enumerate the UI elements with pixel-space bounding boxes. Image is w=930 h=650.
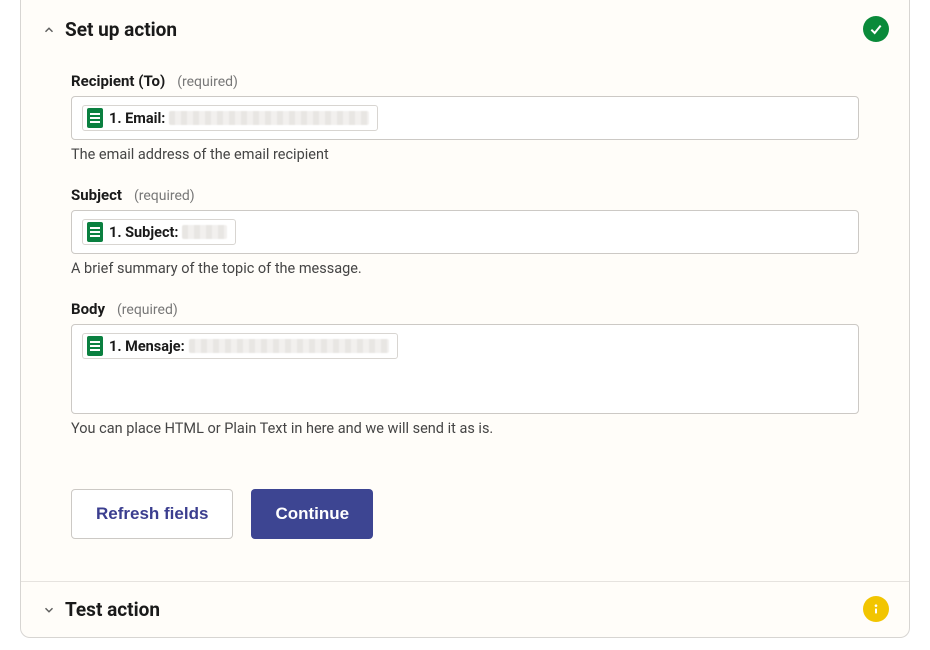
action-panel: Set up action Recipient (To) (required) …	[20, 0, 910, 638]
body-pill-label: 1. Mensaje:	[109, 338, 185, 355]
sheets-icon	[87, 108, 103, 128]
test-action-title: Test action	[65, 598, 160, 621]
status-success-icon	[863, 16, 889, 42]
redacted-value	[189, 339, 389, 353]
recipient-pill[interactable]: 1. Email:	[82, 105, 378, 131]
body-pill[interactable]: 1. Mensaje:	[82, 333, 398, 359]
body-input[interactable]: 1. Mensaje:	[71, 324, 859, 414]
recipient-pill-label: 1. Email:	[109, 110, 165, 127]
recipient-help: The email address of the email recipient	[71, 146, 859, 163]
status-warning-icon	[863, 596, 889, 622]
continue-button[interactable]: Continue	[251, 489, 373, 539]
form-area: Recipient (To) (required) 1. Email: The …	[41, 41, 889, 469]
setup-action-section: Set up action Recipient (To) (required) …	[21, 0, 909, 581]
field-recipient: Recipient (To) (required) 1. Email: The …	[71, 71, 859, 163]
sheets-icon	[87, 222, 103, 242]
field-recipient-label: Recipient (To)	[71, 72, 165, 90]
field-subject-label: Subject	[71, 186, 122, 204]
button-row: Refresh fields Continue	[41, 469, 889, 569]
test-action-section: Test action	[21, 581, 909, 637]
sheets-icon	[87, 336, 103, 356]
setup-action-header[interactable]: Set up action	[41, 18, 889, 41]
required-tag: (required)	[117, 302, 178, 318]
field-body: Body (required) 1. Mensaje: You can plac…	[71, 299, 859, 437]
field-body-label: Body	[71, 300, 105, 318]
recipient-input[interactable]: 1. Email:	[71, 96, 859, 140]
redacted-value	[182, 225, 227, 239]
field-body-label-row: Body (required)	[71, 299, 859, 318]
subject-help: A brief summary of the topic of the mess…	[71, 260, 859, 277]
field-subject-label-row: Subject (required)	[71, 185, 859, 204]
required-tag: (required)	[177, 74, 238, 90]
setup-action-title: Set up action	[65, 18, 177, 41]
field-subject: Subject (required) 1. Subject: A brief s…	[71, 185, 859, 277]
chevron-down-icon	[41, 602, 57, 618]
chevron-up-icon	[41, 22, 57, 38]
required-tag: (required)	[134, 188, 195, 204]
refresh-fields-button[interactable]: Refresh fields	[71, 489, 233, 539]
subject-pill[interactable]: 1. Subject:	[82, 219, 236, 245]
subject-pill-label: 1. Subject:	[109, 224, 178, 241]
redacted-value	[169, 111, 369, 125]
test-action-header[interactable]: Test action	[41, 598, 889, 621]
field-recipient-label-row: Recipient (To) (required)	[71, 71, 859, 90]
subject-input[interactable]: 1. Subject:	[71, 210, 859, 254]
body-help: You can place HTML or Plain Text in here…	[71, 420, 859, 437]
